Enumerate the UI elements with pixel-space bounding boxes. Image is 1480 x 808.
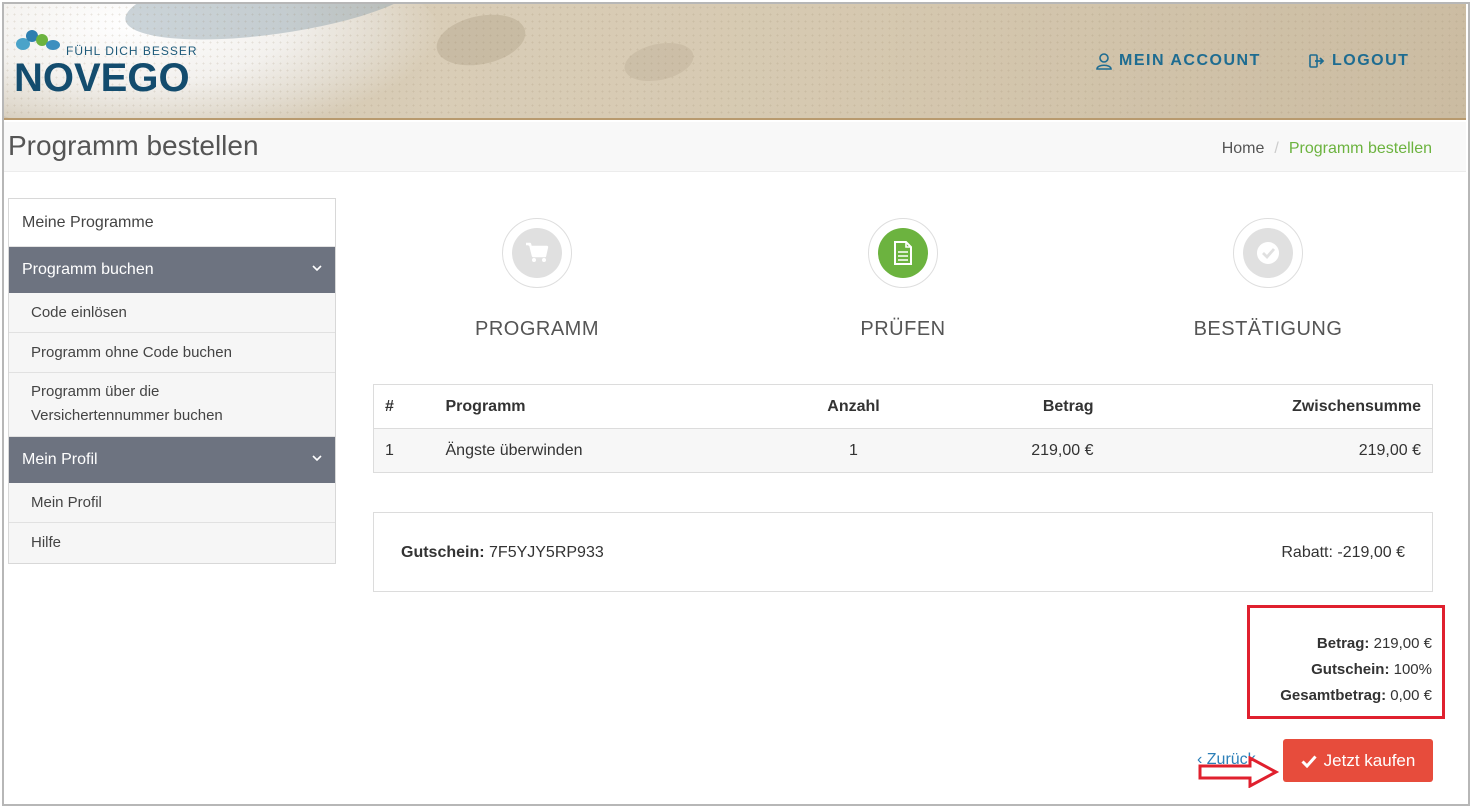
summary-betrag-value: 219,00 € xyxy=(1373,635,1432,652)
title-bar: Programm bestellen Home / Programm bestell… xyxy=(4,122,1466,172)
step-programm: PROGRAMM xyxy=(437,218,637,341)
column-header-anzahl: Anzahl xyxy=(763,384,944,429)
cell-programm: Ängste überwinden xyxy=(433,428,764,473)
step-bestaetigung: BESTÄTIGUNG xyxy=(1168,218,1368,341)
coupon-info: Gutschein: 7F5YJY5RP933 xyxy=(401,544,604,562)
nav-logout[interactable]: LOGOUT xyxy=(1309,52,1409,70)
coupon-box: Gutschein: 7F5YJY5RP933 Rabatt: -219,00 … xyxy=(373,512,1433,592)
column-header-betrag: Betrag xyxy=(943,384,1094,429)
red-arrow-annotation-icon xyxy=(1198,756,1280,788)
column-header-programm: Programm xyxy=(433,384,764,429)
order-summary: Betrag: 219,00 € Gutschein: 100% Gesamtb… xyxy=(1247,605,1445,719)
chevron-down-icon xyxy=(312,455,322,462)
cell-number: 1 xyxy=(373,428,434,473)
step-label: PROGRAMM xyxy=(475,318,599,340)
summary-gesamt-value: 0,00 € xyxy=(1390,687,1432,704)
nav-mein-account[interactable]: MEIN ACCOUNT xyxy=(1096,52,1261,70)
sidebar-item-meine-programme[interactable]: Meine Programme xyxy=(9,199,335,247)
summary-betrag-label: Betrag: xyxy=(1316,635,1370,652)
cell-zwischensumme: 219,00 € xyxy=(1093,428,1433,473)
summary-gutschein-label: Gutschein: xyxy=(1311,661,1390,678)
sidebar-item-mein-profil[interactable]: Mein Profil xyxy=(9,483,335,523)
cell-betrag: 219,00 € xyxy=(943,428,1094,473)
summary-gesamtbetrag: Gesamtbetrag: 0,00 € xyxy=(1280,687,1432,704)
logo-figures-icon xyxy=(16,28,64,52)
jetzt-kaufen-button[interactable]: Jetzt kaufen xyxy=(1283,739,1433,782)
logo-name: NOVEGO xyxy=(14,56,190,100)
column-header-zwischensumme: Zwischensumme xyxy=(1093,384,1433,429)
breadcrumb-separator: / xyxy=(1274,140,1279,157)
coupon-discount: Rabatt: -219,00 € xyxy=(1281,544,1405,561)
chevron-down-icon xyxy=(312,265,322,272)
sidebar-section-programm-buchen[interactable]: Programm buchen xyxy=(9,247,335,293)
sidebar-item-code-einloesen[interactable]: Code einlösen xyxy=(9,293,335,333)
sidebar-section-title: Mein Profil xyxy=(22,451,98,468)
summary-betrag: Betrag: 219,00 € xyxy=(1317,635,1432,652)
breadcrumb-current: Programm bestellen xyxy=(1288,140,1432,157)
sidebar-item-programm-ohne-code[interactable]: Programm ohne Code buchen xyxy=(9,333,335,373)
table-row: 1 Ängste überwinden 1 219,00 € 219,00 € xyxy=(373,428,1433,473)
column-header-number: # xyxy=(373,384,434,429)
sign-out-icon xyxy=(1309,54,1325,68)
summary-gutschein: Gutschein: 100% xyxy=(1311,661,1432,678)
order-table: # Programm Anzahl Betrag Zwischensumme 1… xyxy=(373,384,1433,473)
step-label: BESTÄTIGUNG xyxy=(1193,318,1343,340)
shopping-cart-icon xyxy=(526,242,549,262)
buy-button-label: Jetzt kaufen xyxy=(1323,750,1416,770)
novego-logo[interactable]: FÜHL DICH BESSER NOVEGO xyxy=(12,22,202,102)
summary-gutschein-value: 100% xyxy=(1393,661,1432,678)
cell-anzahl: 1 xyxy=(763,428,944,473)
check-icon xyxy=(1301,754,1317,768)
breadcrumb: Home / Programm bestellen xyxy=(1222,140,1432,158)
page-title: Programm bestellen xyxy=(8,130,259,161)
user-icon xyxy=(1096,52,1112,70)
sidebar-item-versichertennummer[interactable]: Programm über die Versichertennummer buc… xyxy=(9,373,335,437)
table-header-row: # Programm Anzahl Betrag Zwischensumme xyxy=(373,384,1433,429)
summary-gesamt-label: Gesamtbetrag: xyxy=(1280,687,1387,704)
coupon-code: 7F5YJY5RP933 xyxy=(489,544,604,561)
step-pruefen: PRÜFEN xyxy=(803,218,1003,341)
step-label: PRÜFEN xyxy=(860,318,946,340)
sidebar: Meine Programme Programm buchen Code ein… xyxy=(8,198,336,564)
site-header: FÜHL DICH BESSER NOVEGO MEIN ACCOUNT LOG… xyxy=(4,4,1466,120)
document-icon xyxy=(894,241,912,265)
coupon-label: Gutschein: xyxy=(401,544,485,561)
breadcrumb-home[interactable]: Home xyxy=(1222,140,1265,157)
sidebar-section-mein-profil[interactable]: Mein Profil xyxy=(9,437,335,483)
sidebar-section-title: Programm buchen xyxy=(22,261,154,278)
check-icon xyxy=(1257,242,1279,264)
sidebar-item-hilfe[interactable]: Hilfe xyxy=(9,523,335,563)
nav-logout-label: LOGOUT xyxy=(1332,52,1410,69)
nav-mein-account-label: MEIN ACCOUNT xyxy=(1119,52,1261,69)
